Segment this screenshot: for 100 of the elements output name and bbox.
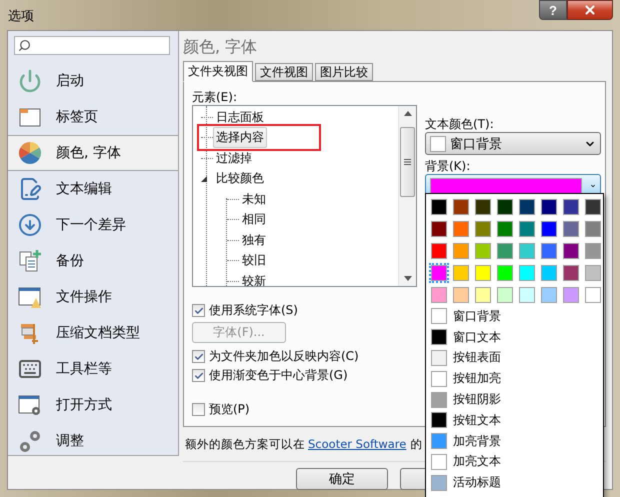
sidebar-item[interactable]: 文本编辑 — [8, 171, 178, 207]
color-swatch[interactable] — [451, 285, 471, 305]
tree-item[interactable]: 选择内容 — [213, 127, 267, 148]
color-swatch[interactable] — [539, 219, 559, 239]
footer-text: 的 — [410, 436, 422, 452]
tree-item[interactable]: 比较颜色 — [213, 168, 267, 190]
color-swatch[interactable] — [517, 263, 537, 283]
elements-label: 元素(E): — [192, 90, 238, 104]
color-swatch[interactable] — [451, 219, 471, 239]
color-swatch[interactable] — [583, 285, 603, 305]
sidebar-item[interactable]: 工具栏等 — [8, 351, 178, 387]
tree-item[interactable]: 日志面板 — [213, 106, 267, 128]
tree-item[interactable]: 相同 — [239, 209, 269, 230]
checkbox[interactable] — [192, 403, 205, 416]
color-swatch[interactable] — [539, 285, 559, 305]
system-color-item[interactable]: 按钮阴影 — [429, 389, 603, 410]
color-swatch[interactable] — [561, 241, 581, 261]
scrollbar[interactable] — [398, 106, 416, 286]
close-icon — [583, 3, 597, 17]
color-swatch[interactable] — [473, 241, 493, 261]
sidebar-item[interactable]: 备份 — [8, 243, 178, 279]
notepad-pencil-icon — [18, 177, 42, 201]
sidebar-item[interactable]: 打开方式 — [8, 387, 178, 423]
color-swatch[interactable] — [495, 241, 515, 261]
page-heading: 颜色, 字体 — [183, 37, 258, 58]
sidebar-item[interactable]: 压缩文档类型 — [8, 315, 178, 351]
checkbox[interactable] — [192, 350, 205, 363]
close-button[interactable] — [567, 0, 613, 20]
tree-item[interactable]: 过滤掉 — [213, 148, 255, 169]
system-color-item[interactable]: 活动标题 — [429, 472, 603, 494]
window-title: 选项 — [8, 8, 34, 25]
ok-button[interactable]: 确定 — [296, 468, 388, 490]
documents-plus-icon — [18, 249, 42, 273]
color-swatch[interactable] — [539, 263, 559, 283]
sidebar-item[interactable]: 下一个差异 — [8, 207, 178, 243]
tab[interactable]: 图片比较 — [315, 63, 373, 81]
color-swatch[interactable] — [473, 263, 493, 283]
tree-item[interactable]: 独有 — [239, 230, 269, 251]
color-swatch[interactable] — [473, 219, 493, 239]
scroll-down-icon[interactable] — [404, 276, 412, 281]
color-swatch[interactable] — [561, 197, 581, 217]
sidebar-item[interactable]: 标签页 — [8, 99, 178, 135]
tree-item[interactable]: 较旧 — [239, 250, 269, 272]
system-color-item[interactable]: 加亮背景 — [429, 430, 603, 452]
window-gear-icon — [18, 393, 42, 417]
color-swatch[interactable] — [539, 241, 559, 261]
color-swatch[interactable] — [429, 197, 449, 217]
sidebar-item[interactable]: 调整 — [8, 423, 178, 455]
color-swatch[interactable] — [495, 263, 515, 283]
color-swatch[interactable] — [429, 285, 449, 305]
color-swatch[interactable] — [495, 197, 515, 217]
color-swatch[interactable] — [517, 285, 537, 305]
color-swatch[interactable] — [495, 285, 515, 305]
color-swatch[interactable] — [583, 219, 603, 239]
color-swatch[interactable] — [451, 263, 471, 283]
collapse-triangle-icon[interactable] — [200, 174, 208, 183]
checkbox-label: 使用渐变色于中心背景(G) — [209, 367, 348, 384]
color-swatch[interactable] — [473, 285, 493, 305]
text-color-dropdown[interactable]: 窗口背景 — [425, 132, 601, 155]
grip-icon — [404, 159, 411, 165]
power-icon — [18, 69, 42, 93]
color-swatch[interactable] — [561, 285, 581, 305]
color-swatch[interactable] — [429, 263, 449, 283]
system-color-item[interactable]: 窗口背景 — [429, 306, 603, 327]
color-swatch[interactable] — [473, 197, 493, 217]
color-swatch[interactable] — [451, 241, 471, 261]
color-swatch[interactable] — [517, 241, 537, 261]
sidebar-item[interactable]: 颜色, 字体 — [8, 135, 178, 171]
tab[interactable]: 文件夹视图 — [183, 61, 253, 82]
help-button[interactable]: ? — [539, 0, 567, 20]
sidebar-item[interactable]: 启动 — [8, 63, 178, 99]
scooter-link[interactable]: Scooter Software — [308, 437, 406, 451]
color-swatch[interactable] — [517, 197, 537, 217]
checkbox[interactable] — [192, 304, 205, 317]
color-swatch[interactable] — [539, 197, 559, 217]
tree-item[interactable]: 未知 — [239, 188, 269, 210]
search-field[interactable] — [14, 36, 170, 55]
system-color-item[interactable]: 按钮加亮 — [429, 368, 603, 390]
sidebar-item[interactable]: 文件操作 — [8, 279, 178, 315]
system-color-item[interactable]: 按钮文本 — [429, 410, 603, 431]
color-swatch[interactable] — [561, 219, 581, 239]
system-color-item[interactable]: 按钮表面 — [429, 348, 603, 368]
footer-text: 额外的颜色方案可以在 — [185, 436, 305, 452]
color-swatch[interactable] — [429, 219, 449, 239]
color-swatch[interactable] — [517, 219, 537, 239]
tab[interactable]: 文件视图 — [255, 63, 313, 81]
checkbox-label: 使用系统字体(S) — [209, 302, 298, 319]
system-color-item[interactable]: 窗口文本 — [429, 326, 603, 348]
system-color-item[interactable]: 加亮文本 — [429, 452, 603, 472]
pie-chart-icon — [18, 141, 42, 165]
color-swatch[interactable] — [495, 219, 515, 239]
color-swatch[interactable] — [583, 197, 603, 217]
color-swatch[interactable] — [451, 197, 471, 217]
color-swatch[interactable] — [429, 241, 449, 261]
color-swatch[interactable] — [583, 241, 603, 261]
checkbox[interactable] — [192, 369, 205, 382]
keyboard-icon — [18, 357, 42, 381]
scroll-up-icon[interactable] — [404, 111, 412, 116]
color-swatch[interactable] — [583, 263, 603, 283]
color-swatch[interactable] — [561, 263, 581, 283]
